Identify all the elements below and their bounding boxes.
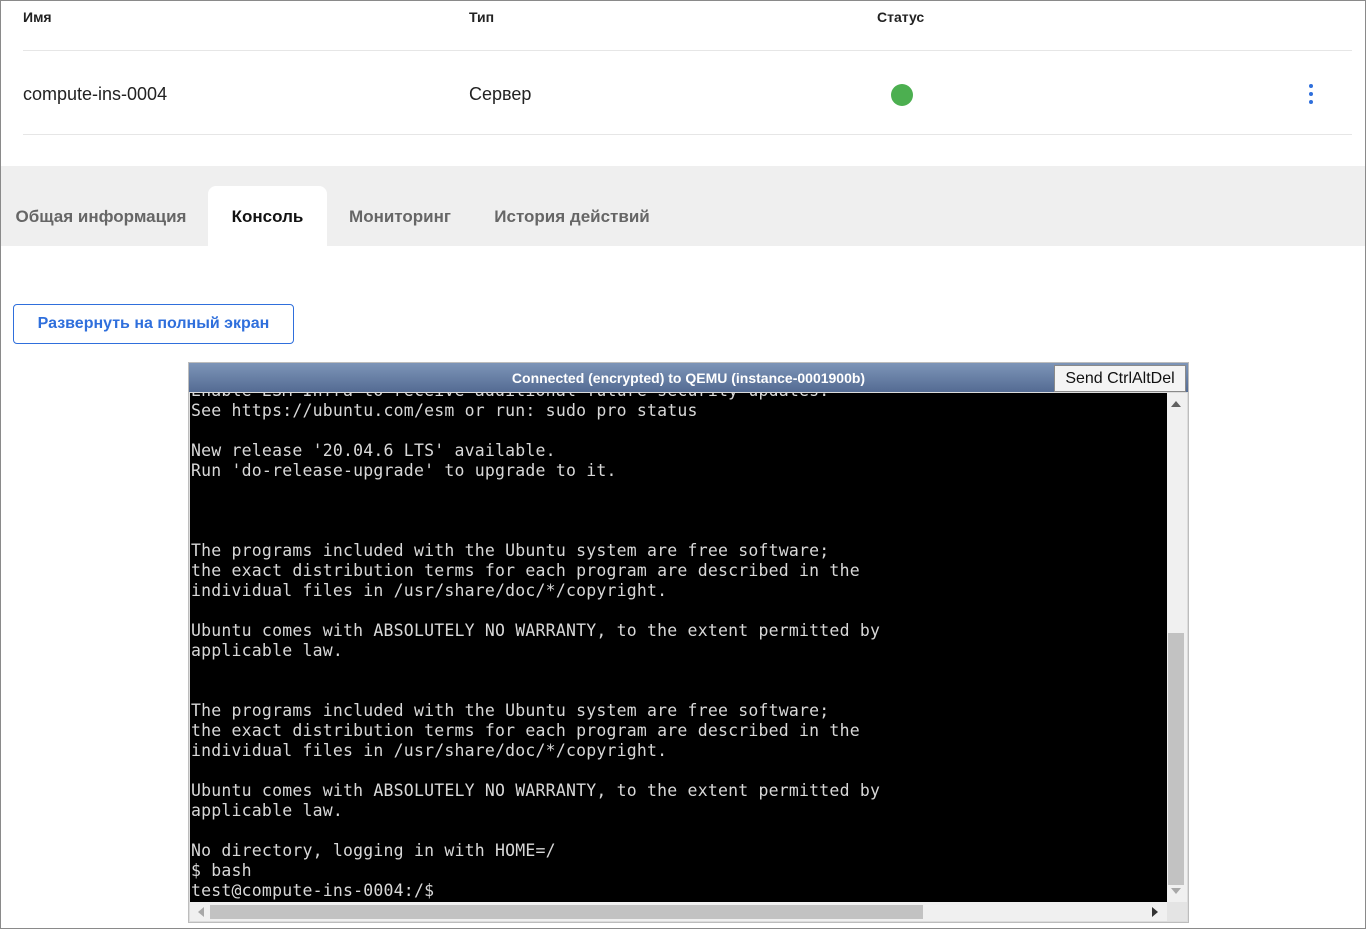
fullscreen-button[interactable]: Развернуть на полный экран xyxy=(13,304,294,344)
vertical-scroll-thumb[interactable] xyxy=(1168,633,1184,885)
console-status-bar: Connected (encrypted) to QEMU (instance-… xyxy=(189,363,1188,392)
terminal-line: The programs included with the Ubuntu sy… xyxy=(191,541,830,560)
terminal-line: the exact distribution terms for each pr… xyxy=(191,561,860,580)
tab-console[interactable]: Консоль xyxy=(208,186,327,246)
terminal-line: New release '20.04.6 LTS' available. xyxy=(191,441,556,460)
instance-name: compute-ins-0004 xyxy=(23,84,168,104)
terminal-line: The programs included with the Ubuntu sy… xyxy=(191,701,830,720)
terminal-line: individual files in /usr/share/doc/*/cop… xyxy=(191,741,668,760)
scrollbar-corner xyxy=(1167,902,1187,921)
terminal-output: Enable ESM Infra to receive additional f… xyxy=(191,393,880,901)
terminal-line: individual files in /usr/share/doc/*/cop… xyxy=(191,581,668,600)
console-connection-status: Connected (encrypted) to QEMU (instance-… xyxy=(511,370,866,386)
tab-action-history[interactable]: История действий xyxy=(479,186,665,246)
vertical-scrollbar[interactable] xyxy=(1167,393,1187,902)
instance-type: Сервер xyxy=(469,84,532,104)
vnc-console: Connected (encrypted) to QEMU (instance-… xyxy=(188,362,1189,923)
terminal-line: See https://ubuntu.com/esm or run: sudo … xyxy=(191,401,698,420)
terminal-line: No directory, logging in with HOME=/ xyxy=(191,841,556,860)
tab-general-info[interactable]: Общая информация xyxy=(1,186,201,246)
terminal-line: Ubuntu comes with ABSOLUTELY NO WARRANTY… xyxy=(191,781,881,800)
table-header: Имя Тип Статус xyxy=(23,0,1352,51)
kebab-menu-icon[interactable] xyxy=(1301,84,1321,108)
tab-monitoring[interactable]: Мониторинг xyxy=(335,186,465,246)
column-header-name[interactable]: Имя xyxy=(23,9,52,25)
scroll-up-icon[interactable] xyxy=(1171,401,1181,407)
column-header-status[interactable]: Статус xyxy=(877,9,924,25)
terminal-line: $ bash xyxy=(191,861,252,880)
horizontal-scrollbar[interactable] xyxy=(190,902,1167,921)
terminal-line: applicable law. xyxy=(191,641,344,660)
terminal-line: Enable ESM Infra to receive additional f… xyxy=(191,393,880,401)
scroll-right-icon[interactable] xyxy=(1152,907,1158,917)
terminal-line: Run 'do-release-upgrade' to upgrade to i… xyxy=(191,461,617,480)
status-indicator xyxy=(891,84,913,106)
table-row[interactable]: compute-ins-0004 Сервер xyxy=(23,51,1352,135)
terminal-line: applicable law. xyxy=(191,801,344,820)
scroll-down-icon[interactable] xyxy=(1171,888,1181,894)
send-ctrl-alt-del-button[interactable]: Send CtrlAltDel xyxy=(1054,365,1186,392)
horizontal-scroll-thumb[interactable] xyxy=(210,905,923,919)
column-header-type[interactable]: Тип xyxy=(469,9,494,25)
scroll-left-icon[interactable] xyxy=(198,907,204,917)
console-screen[interactable]: Enable ESM Infra to receive additional f… xyxy=(190,393,1167,902)
terminal-line: test@compute-ins-0004:/$ xyxy=(191,881,435,900)
tab-bar: Общая информация Консоль Мониторинг Исто… xyxy=(1,166,1365,246)
terminal-line: Ubuntu comes with ABSOLUTELY NO WARRANTY… xyxy=(191,621,881,640)
terminal-line: the exact distribution terms for each pr… xyxy=(191,721,860,740)
